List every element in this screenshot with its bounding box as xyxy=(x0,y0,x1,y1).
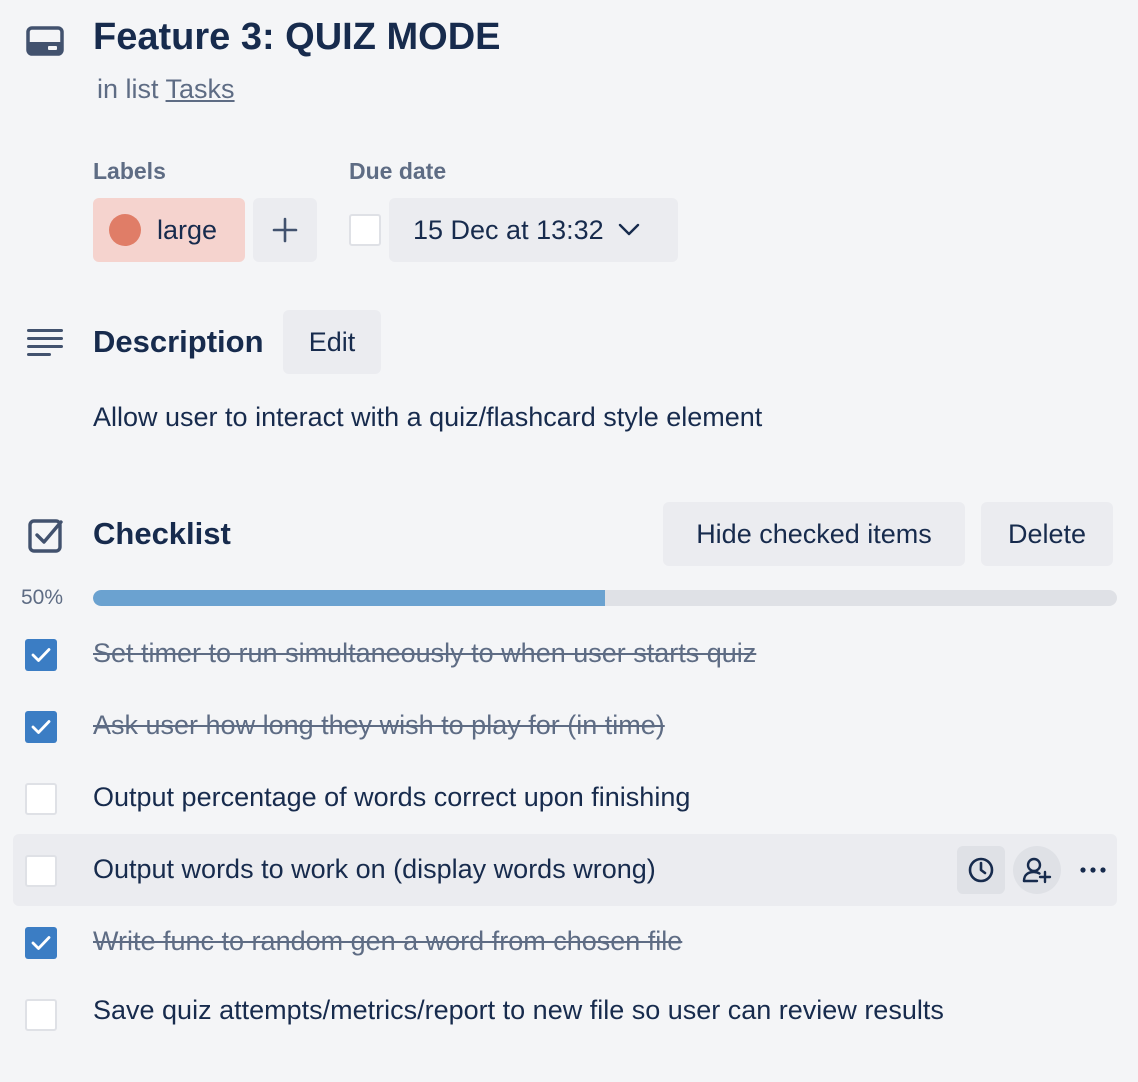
label-chip-large[interactable]: large xyxy=(93,198,245,262)
checklist-item-checkbox[interactable] xyxy=(25,927,57,959)
checklist-item-text[interactable]: Set timer to run simultaneously to when … xyxy=(93,638,756,669)
checklist-item-text[interactable]: Ask user how long they wish to play for … xyxy=(93,710,665,741)
list-link[interactable]: Tasks xyxy=(166,74,235,104)
assign-member-button[interactable] xyxy=(1013,846,1061,894)
checklist-item-text[interactable]: Output words to work on (display words w… xyxy=(93,854,656,885)
due-date-heading: Due date xyxy=(349,158,447,184)
checkmark-icon xyxy=(31,648,51,662)
checklist-heading: Checklist xyxy=(93,516,231,551)
plus-icon xyxy=(272,217,298,243)
card-icon xyxy=(26,26,64,56)
due-date-value: 15 Dec at 13:32 xyxy=(413,214,604,245)
checklist-icon xyxy=(28,517,64,553)
set-due-date-button[interactable] xyxy=(957,846,1005,894)
label-color-dot xyxy=(109,214,141,246)
add-label-button[interactable] xyxy=(253,198,317,262)
list-prefix: in list xyxy=(97,74,159,104)
checkmark-icon xyxy=(31,720,51,734)
due-date-complete-checkbox[interactable] xyxy=(349,214,381,246)
label-name: large xyxy=(157,214,218,245)
labels-heading: Labels xyxy=(93,158,166,184)
edit-description-button[interactable]: Edit xyxy=(283,310,381,374)
checklist-item-text[interactable]: Output percentage of words correct upon … xyxy=(93,782,690,813)
progress-bar-fill xyxy=(93,590,605,606)
checklist-item-checkbox[interactable] xyxy=(25,639,57,671)
due-date-button[interactable]: 15 Dec at 13:32 xyxy=(389,198,678,262)
checkmark-icon xyxy=(31,936,51,950)
clock-icon xyxy=(968,857,994,883)
description-heading: Description xyxy=(93,324,264,359)
hide-checked-items-button[interactable]: Hide checked items xyxy=(663,502,965,566)
item-more-options-button[interactable] xyxy=(1069,846,1117,894)
checklist-item-checkbox[interactable] xyxy=(25,999,57,1031)
add-member-icon xyxy=(1022,857,1052,884)
description-text[interactable]: Allow user to interact with a quiz/flash… xyxy=(93,402,762,433)
checklist-item-checkbox[interactable] xyxy=(25,711,57,743)
progress-percent: 50% xyxy=(21,586,64,609)
checklist-item-checkbox[interactable] xyxy=(25,783,57,815)
checklist-item-text[interactable]: Write func to random gen a word from cho… xyxy=(93,926,682,957)
checklist-item-text[interactable]: Save quiz attempts/metrics/report to new… xyxy=(93,990,953,1030)
progress-bar xyxy=(93,590,1117,606)
more-icon xyxy=(1080,867,1106,873)
description-icon xyxy=(26,328,64,356)
checklist-item-checkbox[interactable] xyxy=(25,855,57,887)
chevron-down-icon xyxy=(618,223,639,236)
list-breadcrumb: in list Tasks xyxy=(97,74,235,105)
card-title[interactable]: Feature 3: QUIZ MODE xyxy=(93,16,501,59)
delete-checklist-button[interactable]: Delete xyxy=(981,502,1113,566)
